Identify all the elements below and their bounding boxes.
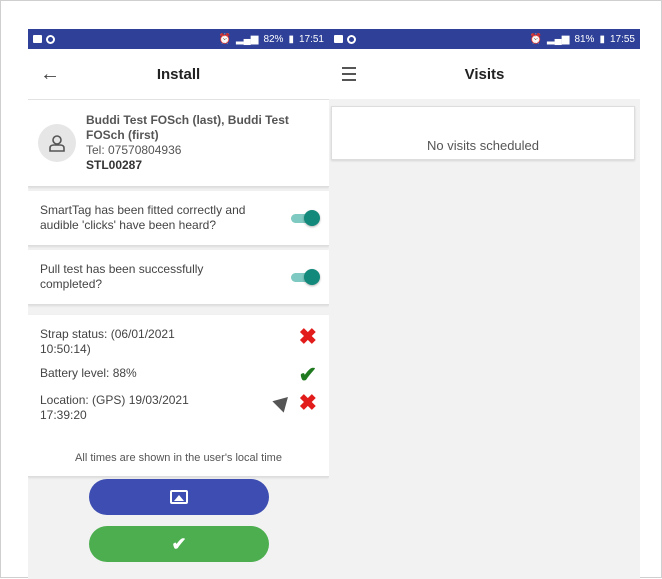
battery-level: 81% [574,33,595,45]
notification-icon [347,34,356,44]
signal-icon: ▂▄▆ [546,33,570,45]
check-label: Pull test has been successfully complete… [40,262,204,291]
image-icon [170,490,188,504]
notification-icon [46,34,55,44]
error-cross-icon: ✖ [298,390,317,415]
location-status-text: Location: (GPS) 19/03/2021 17:39:20 [40,393,189,422]
error-cross-icon: ✖ [298,324,317,349]
person-icon [49,134,65,152]
person-tel: Tel: 07570804936 [86,142,182,157]
status-bar: ⏰ ▂▄▆ 82% ▮ 17:51 [28,29,329,49]
status-bar: ⏰ ▂▄▆ 81% ▮ 17:55 [329,29,640,49]
navigation-icon[interactable] [271,391,294,413]
battery-level: 82% [263,33,284,45]
battery-status-text: Battery level: 88% [40,366,137,380]
app-bar: ← Install [28,49,329,100]
message-icon [334,35,343,43]
clock: 17:55 [609,33,635,45]
signal-icon: ▂▄▆ [235,33,259,45]
check-row-pull-test: Pull test has been successfully complete… [28,250,329,305]
menu-icon[interactable] [342,67,356,81]
device-status-card: Strap status: (06/01/2021 10:50:14) ✖ Ba… [28,315,329,477]
location-status-row: Location: (GPS) 19/03/2021 17:39:20 ✖ [40,390,317,423]
avatar [38,123,76,162]
add-photo-button[interactable] [89,479,269,515]
smarttag-fitted-toggle[interactable] [291,209,320,227]
visits-screen: ⏰ ▂▄▆ 81% ▮ 17:55 Visits No visits sched… [329,29,640,579]
check-label: SmartTag has been fitted correctly and a… [40,203,246,232]
page-title: Install [156,65,201,83]
person-name: Buddi Test FOSch (last), Buddi Test FOSc… [86,112,289,142]
strap-status-row: Strap status: (06/01/2021 10:50:14) ✖ [40,324,317,357]
timezone-note: All times are shown in the user's local … [75,452,282,464]
pull-test-toggle[interactable] [291,268,320,286]
battery-status-row: Battery level: 88% ✔ [40,362,317,387]
ok-check-icon: ✔ [298,362,317,387]
page-title: Visits [464,65,505,83]
person-id: STL00287 [86,157,143,172]
empty-state-text: No visits scheduled [427,138,539,153]
alarm-icon: ⏰ [529,33,542,45]
check-row-smarttag: SmartTag has been fitted correctly and a… [28,191,329,246]
confirm-install-button[interactable]: ✔ [89,526,269,562]
person-card: Buddi Test FOSch (last), Buddi Test FOSc… [28,99,329,187]
visits-list: No visits scheduled [331,106,635,160]
message-icon [33,35,42,43]
install-screen: ⏰ ▂▄▆ 82% ▮ 17:51 ← Install Buddi Test F… [28,29,329,579]
back-arrow-icon[interactable]: ← [40,63,60,86]
battery-icon: ▮ [288,33,294,45]
battery-icon: ▮ [599,33,605,45]
app-bar: Visits [329,49,640,99]
clock: 17:51 [298,33,324,45]
check-icon: ✔ [171,533,187,554]
alarm-icon: ⏰ [218,33,231,45]
strap-status-text: Strap status: (06/01/2021 10:50:14) [40,327,175,356]
